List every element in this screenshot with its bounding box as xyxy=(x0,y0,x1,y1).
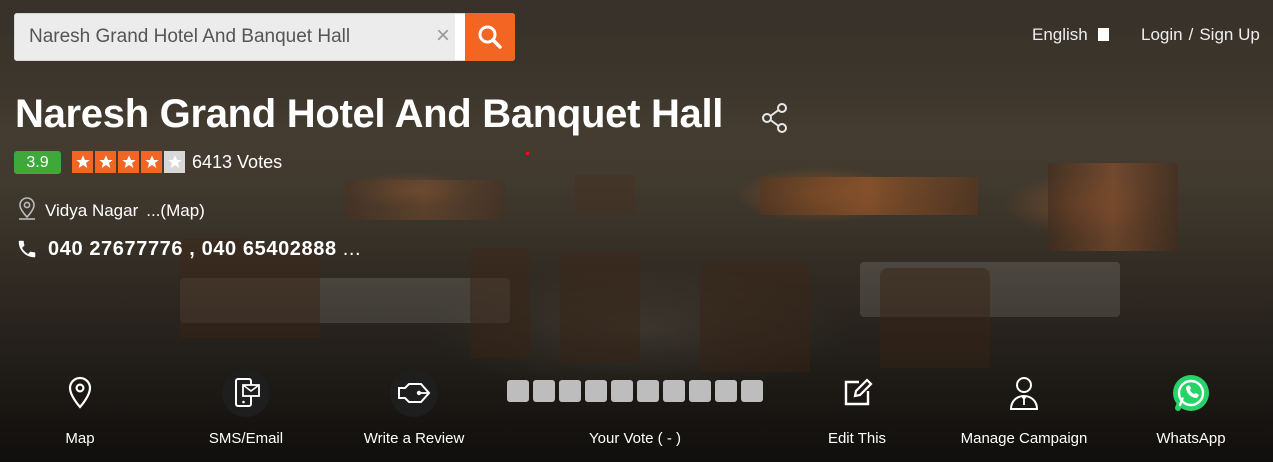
map-pin-icon xyxy=(68,376,92,409)
star-empty-icon xyxy=(164,151,185,173)
page-title: Naresh Grand Hotel And Banquet Hall xyxy=(15,92,724,136)
phone-numbers[interactable]: 040 27677776 , 040 65402888... xyxy=(48,238,361,261)
edit-this-action[interactable]: Edit This xyxy=(807,368,907,447)
vote-option-4[interactable] xyxy=(585,380,607,402)
user-tie-icon xyxy=(1009,377,1039,410)
write-review-action[interactable]: Write a Review xyxy=(354,368,474,447)
whatsapp-icon xyxy=(1173,375,1209,411)
write-review-label: Write a Review xyxy=(363,430,465,447)
search-icon xyxy=(478,25,502,49)
your-vote-label: Your Vote ( - ) xyxy=(589,430,681,447)
vote-option-6[interactable] xyxy=(637,380,659,402)
star-icon xyxy=(118,151,139,173)
rating-badge: 3.9 xyxy=(14,151,61,174)
location-pin-icon xyxy=(19,197,35,220)
login-link[interactable]: Login xyxy=(1141,25,1183,44)
vote-scale xyxy=(500,368,770,406)
vote-option-8[interactable] xyxy=(689,380,711,402)
photo-red-dot xyxy=(526,152,529,155)
language-selector[interactable]: English xyxy=(1032,25,1109,45)
search-box: × xyxy=(14,13,515,61)
search-input[interactable] xyxy=(15,14,455,60)
pen-nib-icon xyxy=(390,369,438,417)
vote-option-7[interactable] xyxy=(663,380,685,402)
share-icon[interactable] xyxy=(760,102,790,134)
signup-link[interactable]: Sign Up xyxy=(1199,25,1259,44)
manage-campaign-action[interactable]: Manage Campaign xyxy=(944,368,1104,447)
vote-option-1[interactable] xyxy=(507,380,529,402)
map-action[interactable]: Map xyxy=(30,368,130,447)
star-icon xyxy=(95,151,116,173)
address: Vidya Nagar ...(Map) xyxy=(45,201,205,221)
auth-separator: / xyxy=(1188,25,1194,44)
vote-option-5[interactable] xyxy=(611,380,633,402)
edit-this-label: Edit This xyxy=(827,430,887,447)
star-rating xyxy=(72,151,185,173)
phone-icon xyxy=(18,240,36,258)
clear-search-icon[interactable]: × xyxy=(430,23,456,49)
votes-count: 6413 Votes xyxy=(192,152,283,172)
map-action-label: Map xyxy=(65,430,95,447)
search-button[interactable] xyxy=(465,13,515,61)
vote-option-10[interactable] xyxy=(741,380,763,402)
vote-option-9[interactable] xyxy=(715,380,737,402)
star-icon xyxy=(72,151,93,173)
language-dropdown-icon xyxy=(1097,28,1109,41)
phone-more[interactable]: ... xyxy=(343,238,361,260)
sms-email-label: SMS/Email xyxy=(208,430,284,447)
sms-email-icon xyxy=(222,369,270,417)
auth-links: Login / Sign Up xyxy=(1141,25,1260,45)
manage-campaign-label: Manage Campaign xyxy=(960,430,1088,447)
edit-icon xyxy=(844,378,873,406)
star-icon xyxy=(141,151,162,173)
vote-option-3[interactable] xyxy=(559,380,581,402)
vote-option-2[interactable] xyxy=(533,380,555,402)
sms-email-action[interactable]: SMS/Email xyxy=(196,368,296,447)
whatsapp-action[interactable]: WhatsApp xyxy=(1141,368,1241,447)
your-vote-action: Your Vote ( - ) xyxy=(500,368,770,447)
address-text: Vidya Nagar xyxy=(45,201,139,220)
phone-list[interactable]: 040 27677776 , 040 65402888 xyxy=(48,238,337,260)
whatsapp-label: WhatsApp xyxy=(1156,430,1226,447)
language-label: English xyxy=(1032,25,1088,44)
map-link[interactable]: ...(Map) xyxy=(146,201,205,220)
